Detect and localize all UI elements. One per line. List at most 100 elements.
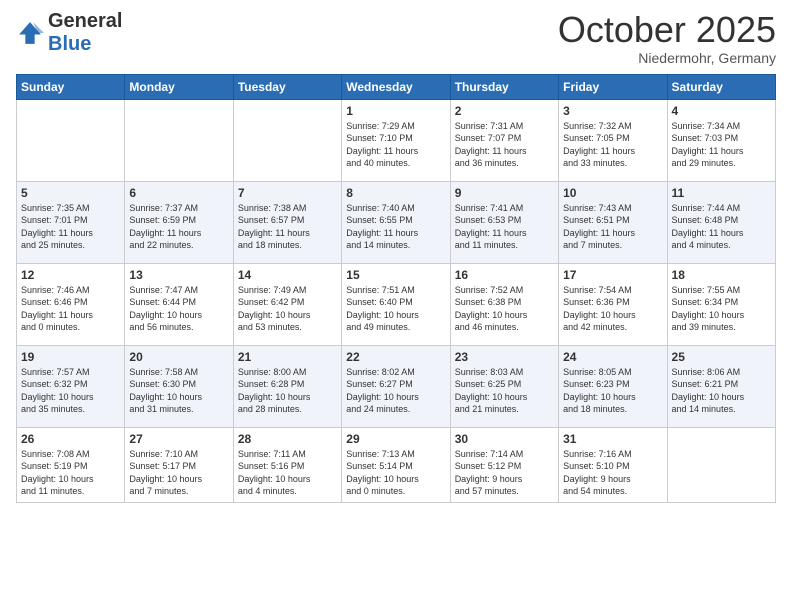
day-info: Sunrise: 8:00 AM Sunset: 6:28 PM Dayligh… [238,366,337,416]
calendar-cell: 16 Sunrise: 7:52 AM Sunset: 6:38 PM Dayli… [450,263,558,345]
day-number: 23 [455,350,554,364]
calendar-cell: 5Sunrise: 7:35 AM Sunset: 7:01 PM Daylig… [17,181,125,263]
calendar-cell: 3Sunrise: 7:32 AM Sunset: 7:05 PM Daylig… [559,99,667,181]
day-info: Sunrise: 7:40 AM Sunset: 6:55 PM Dayligh… [346,202,445,252]
day-info: Sunrise: 7:58 AM Sunset: 6:30 PM Dayligh… [129,366,228,416]
day-number: 15 [346,268,445,282]
day-number: 12 [21,268,120,282]
weekday-header-row: SundayMondayTuesdayWednesdayThursdayFrid… [17,74,776,99]
calendar-cell [17,99,125,181]
day-info: Sunrise: 7:54 AM Sunset: 6:36 PM Dayligh… [563,284,662,334]
calendar-cell: 12 Sunrise: 7:46 AM Sunset: 6:46 PM Dayli… [17,263,125,345]
weekday-wednesday: Wednesday [342,74,450,99]
calendar-cell: 6 Sunrise: 7:37 AM Sunset: 6:59 PM Daylig… [125,181,233,263]
calendar-cell: 24Sunrise: 8:05 AM Sunset: 6:23 PM Dayli… [559,345,667,427]
weekday-sunday: Sunday [17,74,125,99]
day-number: 26 [21,432,120,446]
day-info: Sunrise: 7:52 AM Sunset: 6:38 PM Dayligh… [455,284,554,334]
day-info: Sunrise: 7:08 AM Sunset: 5:19 PM Dayligh… [21,448,120,498]
calendar-cell: 7 Sunrise: 7:38 AM Sunset: 6:57 PM Daylig… [233,181,341,263]
logo-icon [16,19,44,47]
calendar-cell: 1 Sunrise: 7:29 AM Sunset: 7:10 PM Daylig… [342,99,450,181]
header: General Blue October 2025 Niedermohr, Ge… [16,10,776,66]
day-number: 31 [563,432,662,446]
calendar-cell: 28Sunrise: 7:11 AM Sunset: 5:16 PM Dayli… [233,427,341,502]
weekday-tuesday: Tuesday [233,74,341,99]
day-info: Sunrise: 7:51 AM Sunset: 6:40 PM Dayligh… [346,284,445,334]
calendar-cell: 27 Sunrise: 7:10 AM Sunset: 5:17 PM Dayli… [125,427,233,502]
logo-blue: Blue [48,33,91,55]
calendar-cell: 8Sunrise: 7:40 AM Sunset: 6:55 PM Daylig… [342,181,450,263]
day-info: Sunrise: 8:03 AM Sunset: 6:25 PM Dayligh… [455,366,554,416]
calendar-cell: 4Sunrise: 7:34 AM Sunset: 7:03 PM Daylig… [667,99,775,181]
day-info: Sunrise: 8:06 AM Sunset: 6:21 PM Dayligh… [672,366,771,416]
day-info: Sunrise: 8:02 AM Sunset: 6:27 PM Dayligh… [346,366,445,416]
calendar-cell: 18Sunrise: 7:55 AM Sunset: 6:34 PM Dayli… [667,263,775,345]
day-number: 2 [455,104,554,118]
day-info: Sunrise: 7:49 AM Sunset: 6:42 PM Dayligh… [238,284,337,334]
day-number: 5 [21,186,120,200]
calendar-week-row: 26 Sunrise: 7:08 AM Sunset: 5:19 PM Dayli… [17,427,776,502]
day-number: 7 [238,186,337,200]
location: Niedermohr, Germany [558,50,776,66]
logo: General Blue [16,10,122,56]
weekday-thursday: Thursday [450,74,558,99]
calendar-cell: 20 Sunrise: 7:58 AM Sunset: 6:30 PM Dayli… [125,345,233,427]
calendar-cell: 25 Sunrise: 8:06 AM Sunset: 6:21 PM Dayli… [667,345,775,427]
logo-text: General Blue [48,10,122,56]
day-number: 16 [455,268,554,282]
calendar-week-row: 1 Sunrise: 7:29 AM Sunset: 7:10 PM Daylig… [17,99,776,181]
day-number: 30 [455,432,554,446]
day-number: 6 [129,186,228,200]
day-info: Sunrise: 7:29 AM Sunset: 7:10 PM Dayligh… [346,120,445,170]
weekday-monday: Monday [125,74,233,99]
day-info: Sunrise: 7:38 AM Sunset: 6:57 PM Dayligh… [238,202,337,252]
calendar-cell [125,99,233,181]
day-info: Sunrise: 7:55 AM Sunset: 6:34 PM Dayligh… [672,284,771,334]
calendar-cell: 14 Sunrise: 7:49 AM Sunset: 6:42 PM Dayli… [233,263,341,345]
day-info: Sunrise: 7:57 AM Sunset: 6:32 PM Dayligh… [21,366,120,416]
day-info: Sunrise: 7:43 AM Sunset: 6:51 PM Dayligh… [563,202,662,252]
day-number: 14 [238,268,337,282]
day-number: 21 [238,350,337,364]
calendar-cell: 30Sunrise: 7:14 AM Sunset: 5:12 PM Dayli… [450,427,558,502]
day-number: 27 [129,432,228,446]
weekday-saturday: Saturday [667,74,775,99]
day-info: Sunrise: 7:46 AM Sunset: 6:46 PM Dayligh… [21,284,120,334]
calendar-cell: 19Sunrise: 7:57 AM Sunset: 6:32 PM Dayli… [17,345,125,427]
day-info: Sunrise: 7:16 AM Sunset: 5:10 PM Dayligh… [563,448,662,498]
calendar-cell: 9Sunrise: 7:41 AM Sunset: 6:53 PM Daylig… [450,181,558,263]
calendar-cell: 13Sunrise: 7:47 AM Sunset: 6:44 PM Dayli… [125,263,233,345]
logo-general: General [48,10,122,32]
calendar-cell: 22 Sunrise: 8:02 AM Sunset: 6:27 PM Dayli… [342,345,450,427]
day-number: 22 [346,350,445,364]
day-info: Sunrise: 7:44 AM Sunset: 6:48 PM Dayligh… [672,202,771,252]
day-number: 1 [346,104,445,118]
day-number: 10 [563,186,662,200]
calendar-cell: 11 Sunrise: 7:44 AM Sunset: 6:48 PM Dayli… [667,181,775,263]
day-number: 13 [129,268,228,282]
month-title: October 2025 [558,10,776,50]
calendar-week-row: 12 Sunrise: 7:46 AM Sunset: 6:46 PM Dayli… [17,263,776,345]
day-number: 4 [672,104,771,118]
day-info: Sunrise: 7:41 AM Sunset: 6:53 PM Dayligh… [455,202,554,252]
calendar-cell: 26 Sunrise: 7:08 AM Sunset: 5:19 PM Dayli… [17,427,125,502]
calendar-week-row: 5Sunrise: 7:35 AM Sunset: 7:01 PM Daylig… [17,181,776,263]
calendar-cell: 29Sunrise: 7:13 AM Sunset: 5:14 PM Dayli… [342,427,450,502]
calendar-cell: 15 Sunrise: 7:51 AM Sunset: 6:40 PM Dayli… [342,263,450,345]
day-number: 25 [672,350,771,364]
day-info: Sunrise: 7:31 AM Sunset: 7:07 PM Dayligh… [455,120,554,170]
day-info: Sunrise: 7:10 AM Sunset: 5:17 PM Dayligh… [129,448,228,498]
calendar-cell [667,427,775,502]
calendar-cell: 31 Sunrise: 7:16 AM Sunset: 5:10 PM Dayli… [559,427,667,502]
day-number: 20 [129,350,228,364]
weekday-friday: Friday [559,74,667,99]
day-info: Sunrise: 7:37 AM Sunset: 6:59 PM Dayligh… [129,202,228,252]
day-info: Sunrise: 7:11 AM Sunset: 5:16 PM Dayligh… [238,448,337,498]
calendar-cell [233,99,341,181]
day-info: Sunrise: 7:32 AM Sunset: 7:05 PM Dayligh… [563,120,662,170]
day-info: Sunrise: 8:05 AM Sunset: 6:23 PM Dayligh… [563,366,662,416]
day-number: 11 [672,186,771,200]
calendar-cell: 10 Sunrise: 7:43 AM Sunset: 6:51 PM Dayli… [559,181,667,263]
day-number: 17 [563,268,662,282]
